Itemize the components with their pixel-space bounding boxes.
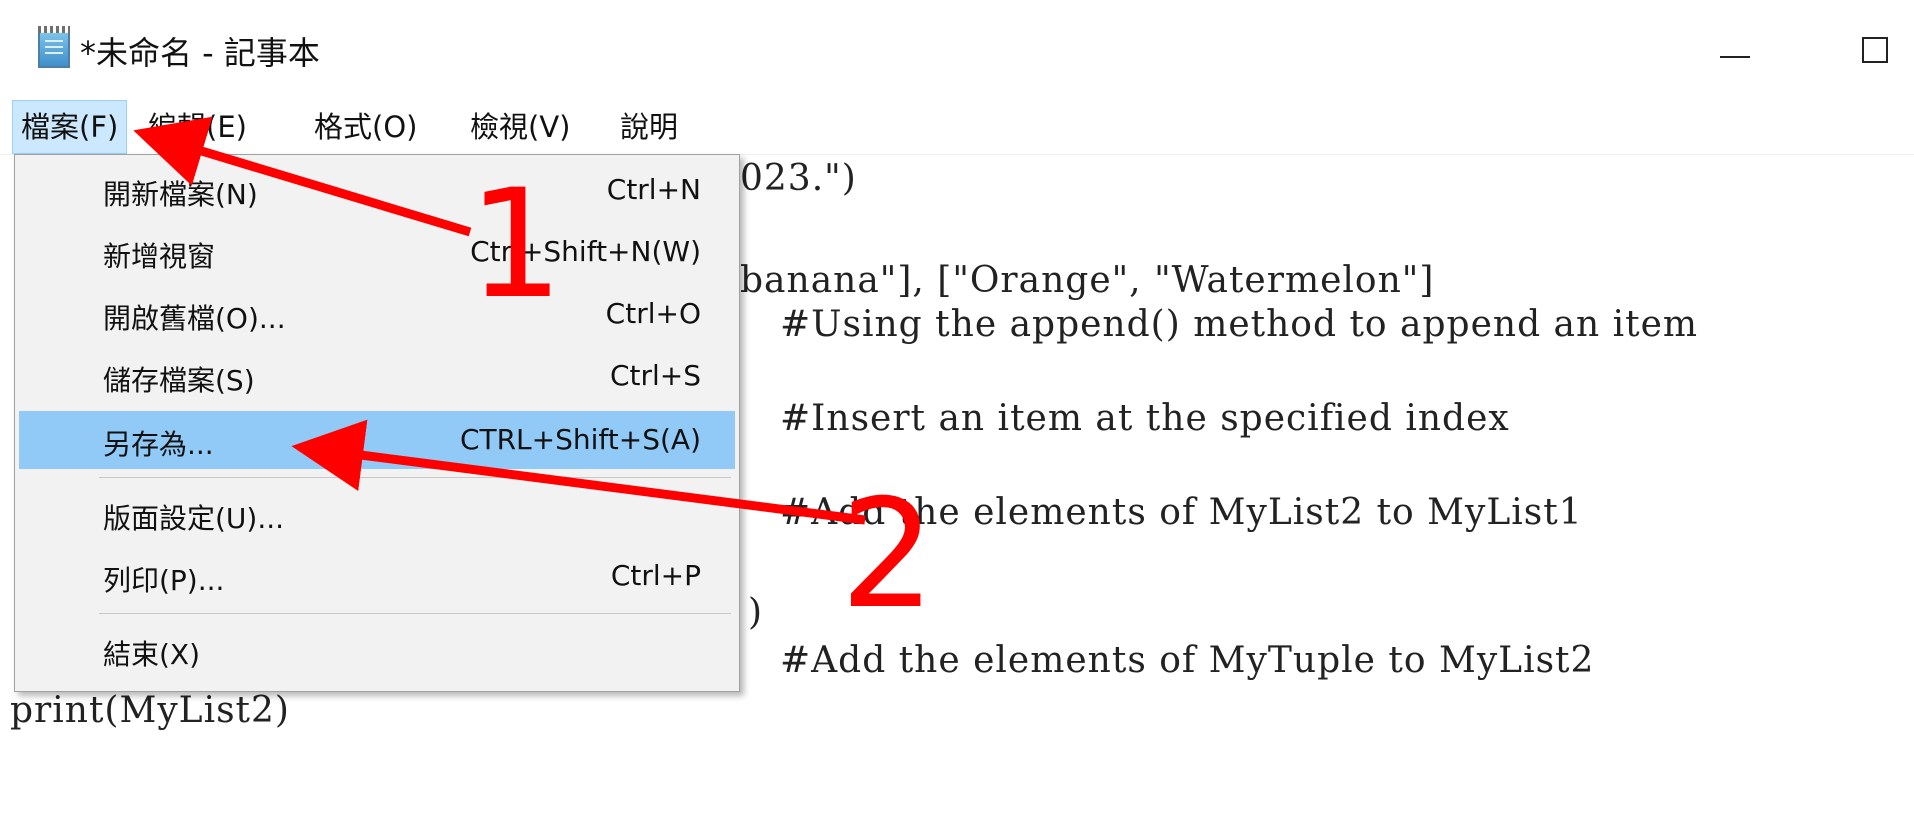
menu-item-label: 另存為... xyxy=(103,428,214,461)
menu-format[interactable]: 格式(O) xyxy=(306,100,425,154)
menu-item-shortcut: Ctrl+S xyxy=(609,359,701,392)
menu-item-shortcut: CTRL+Shift+S(A) xyxy=(459,423,701,456)
menu-separator xyxy=(99,613,731,614)
code-line: #Add the elements of MyTuple to MyList2 xyxy=(780,640,1595,681)
menu-bar: 檔案(F) 編輯(E) 格式(O) 檢視(V) 說明 xyxy=(0,100,1914,155)
menu-item-save-as[interactable]: 另存為... CTRL+Shift+S(A) xyxy=(19,411,735,469)
menu-item-shortcut: Ctrl+P xyxy=(610,559,701,592)
annotation-step-1: 1 xyxy=(468,158,564,332)
menu-item-shortcut: Ctrl+N xyxy=(606,173,701,206)
file-menu-dropdown: 開新檔案(N) Ctrl+N 新增視窗 Ctrl+Shift+N(W) 開啟舊檔… xyxy=(14,154,740,692)
code-line: #Insert an item at the specified index xyxy=(780,398,1510,439)
menu-item-save[interactable]: 儲存檔案(S) Ctrl+S xyxy=(19,347,735,405)
title-bar: *未命名 - 記事本 xyxy=(0,0,1914,100)
code-line: banana"], ["Orange", "Watermelon"] xyxy=(740,260,1435,301)
code-line: #Using the append() method to append an … xyxy=(780,304,1699,345)
code-line: print(MyList2) xyxy=(10,690,290,731)
menu-item-label: 儲存檔案(S) xyxy=(103,364,255,397)
menu-item-label: 開啟舊檔(O)... xyxy=(103,302,286,335)
menu-item-label: 列印(P)... xyxy=(103,564,225,597)
menu-item-new[interactable]: 開新檔案(N) Ctrl+N xyxy=(19,161,735,219)
menu-item-page-setup[interactable]: 版面設定(U)... xyxy=(19,485,735,543)
notepad-icon xyxy=(38,26,70,68)
menu-view[interactable]: 檢視(V) xyxy=(462,100,578,154)
menu-item-label: 版面設定(U)... xyxy=(103,502,285,535)
menu-item-label: 結束(X) xyxy=(103,638,201,671)
code-line: 023.") xyxy=(740,158,857,199)
minimize-icon xyxy=(1720,56,1750,58)
menu-item-shortcut: Ctrl+O xyxy=(605,297,701,330)
menu-item-new-window[interactable]: 新增視窗 Ctrl+Shift+N(W) xyxy=(19,223,735,281)
window-title: *未命名 - 記事本 xyxy=(80,34,320,72)
notepad-window: *未命名 - 記事本 檔案(F) 編輯(E) 格式(O) 檢視(V) 說明 02… xyxy=(0,0,1914,828)
code-line: ) xyxy=(748,592,764,633)
menu-item-print[interactable]: 列印(P)... Ctrl+P xyxy=(19,547,735,605)
menu-item-exit[interactable]: 結束(X) xyxy=(19,621,735,679)
menu-item-label: 新增視窗 xyxy=(103,240,216,273)
menu-separator xyxy=(99,477,731,478)
menu-item-open[interactable]: 開啟舊檔(O)... Ctrl+O xyxy=(19,285,735,343)
menu-file[interactable]: 檔案(F) xyxy=(12,100,128,154)
menu-help[interactable]: 說明 xyxy=(612,100,686,154)
menu-item-label: 開新檔案(N) xyxy=(103,178,258,211)
maximize-icon xyxy=(1862,37,1888,63)
annotation-step-2: 2 xyxy=(840,468,936,642)
menu-edit[interactable]: 編輯(E) xyxy=(140,100,255,154)
minimize-button[interactable] xyxy=(1700,20,1770,80)
maximize-button[interactable] xyxy=(1840,20,1910,80)
